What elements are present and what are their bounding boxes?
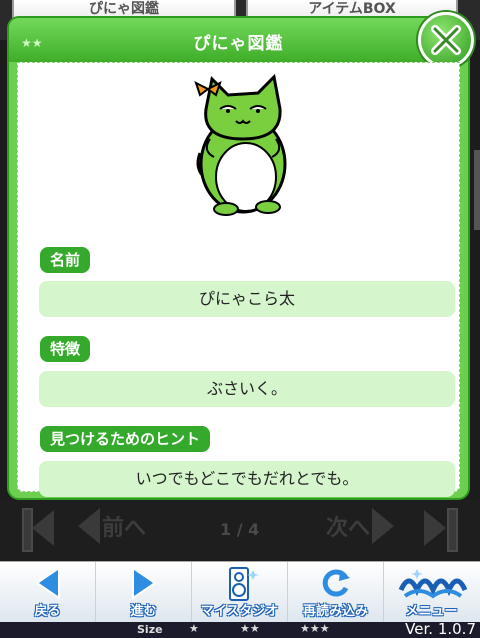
last-page-arrow-icon bbox=[424, 510, 446, 546]
speaker-icon bbox=[228, 567, 259, 601]
last-page-bar-icon bbox=[447, 508, 458, 552]
next-page-label: 次へ bbox=[326, 516, 371, 541]
footer-bar: Size ★ ★★ ★★★ Ver. 1.0.7 bbox=[0, 620, 480, 638]
reload-label: 再読み込み bbox=[302, 604, 368, 619]
first-page-button[interactable] bbox=[22, 508, 56, 552]
version-label: Ver. 1.0.7 bbox=[405, 620, 476, 638]
pinyakorata-character-image bbox=[194, 73, 287, 216]
hint-label: 見つけるためのヒント bbox=[40, 426, 211, 452]
prev-page-label: 前へ bbox=[102, 516, 147, 541]
pager-bar: 前へ 1 / 4 次へ bbox=[0, 500, 480, 560]
forward-arrow-icon bbox=[131, 566, 157, 600]
close-button[interactable] bbox=[418, 12, 474, 68]
back-label: 戻る bbox=[34, 604, 61, 619]
next-page-button[interactable]: 次へ bbox=[326, 508, 395, 544]
prev-page-button[interactable]: 前へ bbox=[78, 508, 146, 544]
size-medium-button[interactable]: ★★ bbox=[240, 622, 260, 635]
size-large-button[interactable]: ★★★ bbox=[300, 622, 330, 635]
modal-header: ★★ ぴにゃ図鑑 bbox=[9, 18, 468, 62]
menu-logo-icon bbox=[398, 569, 467, 599]
forward-button[interactable]: 進む bbox=[96, 562, 192, 623]
next-arrow-icon bbox=[372, 508, 395, 544]
hint-value: いつでもどこでもだれとでも。 bbox=[39, 461, 455, 497]
back-button[interactable]: 戻る bbox=[0, 562, 96, 623]
page-indicator: 1 / 4 bbox=[220, 520, 260, 539]
prev-arrow-icon bbox=[78, 508, 100, 544]
name-label: 名前 bbox=[40, 247, 91, 273]
modal-body: 名前 ぴにゃこら太 特徴 ぶさいく。 見つけるためのヒント いつでもどこでもだれ… bbox=[17, 62, 460, 497]
reload-button[interactable]: 再読み込み bbox=[288, 562, 384, 623]
feature-value: ぶさいく。 bbox=[39, 371, 455, 407]
menu-label: メニュー bbox=[405, 604, 458, 619]
background-scrollbar[interactable] bbox=[474, 150, 480, 230]
reload-icon bbox=[322, 569, 350, 597]
forward-label: 進む bbox=[130, 604, 157, 619]
my-studio-button[interactable]: マイスタジオ bbox=[192, 562, 288, 623]
name-value: ぴにゃこら太 bbox=[39, 281, 455, 317]
close-x-icon bbox=[431, 25, 461, 55]
encyclopedia-modal: ★★ ぴにゃ図鑑 名前 ぴにゃこら太 特徴 ぶさいく。 見つけるためのヒント い… bbox=[7, 12, 474, 500]
my-studio-label: マイスタジオ bbox=[200, 604, 279, 619]
feature-label: 特徴 bbox=[40, 336, 91, 362]
size-label: Size bbox=[137, 623, 163, 636]
menu-button[interactable]: メニュー bbox=[384, 562, 479, 623]
last-page-button[interactable] bbox=[424, 508, 458, 552]
first-page-arrow-icon bbox=[32, 510, 54, 546]
back-arrow-icon bbox=[34, 566, 60, 600]
modal-title: ぴにゃ図鑑 bbox=[193, 34, 284, 54]
bottom-menu: 戻る 進む マイスタジオ 再読み込み メニュー bbox=[0, 561, 480, 623]
size-small-button[interactable]: ★ bbox=[189, 622, 199, 635]
